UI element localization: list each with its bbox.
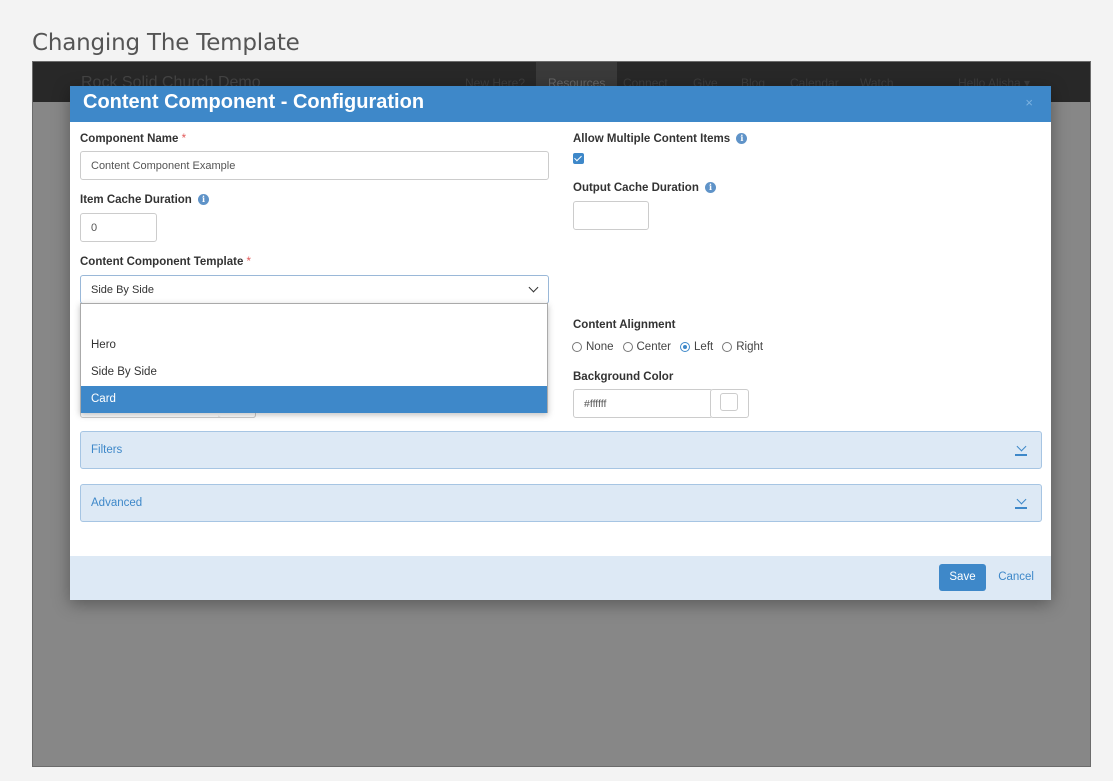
background-color-input[interactable]: #ffffff — [573, 389, 713, 418]
filters-panel-title: Filters — [91, 444, 123, 456]
required-marker: * — [181, 133, 187, 145]
component-name-input[interactable]: Content Component Example — [80, 151, 549, 180]
advanced-panel-title: Advanced — [91, 497, 143, 509]
chevron-down-icon — [528, 282, 539, 293]
chevron-down-icon — [1016, 494, 1027, 505]
background-color-label: Background Color — [573, 371, 674, 383]
radio-right-label[interactable]: Right — [736, 341, 763, 353]
dropdown-option-card[interactable]: Card — [81, 386, 547, 413]
template-select-value: Side By Side — [91, 283, 154, 296]
modal-header: Content Component - Configuration × — [70, 86, 1051, 122]
component-name-label: Component Name * — [80, 133, 187, 145]
dropdown-option-empty[interactable] — [81, 305, 547, 332]
template-label: Content Component Template * — [80, 256, 252, 268]
template-select[interactable]: Side By Side — [80, 275, 549, 304]
dropdown-option-hero[interactable]: Hero — [81, 332, 547, 359]
chevron-down-icon — [1016, 441, 1027, 452]
advanced-panel[interactable]: Advanced — [80, 484, 1042, 522]
item-cache-input[interactable]: 0 — [80, 213, 157, 242]
color-swatch[interactable] — [720, 393, 738, 411]
modal-title: Content Component - Configuration — [83, 91, 425, 113]
radio-left[interactable] — [680, 342, 691, 352]
underline-decoration — [1015, 454, 1027, 456]
content-alignment-radios: None Center Left Right — [572, 341, 772, 353]
radio-left-label[interactable]: Left — [694, 341, 713, 353]
underline-decoration — [1015, 507, 1027, 509]
output-cache-input[interactable] — [573, 201, 649, 230]
save-button[interactable]: Save — [939, 564, 986, 591]
info-icon[interactable]: i — [705, 182, 717, 193]
required-marker: * — [246, 256, 252, 268]
modal-footer: Save Cancel — [70, 556, 1051, 600]
cancel-button[interactable]: Cancel — [998, 571, 1034, 583]
info-icon[interactable]: i — [736, 133, 748, 144]
radio-center-label[interactable]: Center — [637, 341, 672, 353]
allow-multiple-checkbox[interactable] — [573, 153, 584, 164]
output-cache-label: Output Cache Duration i — [573, 182, 717, 194]
radio-none-label[interactable]: None — [586, 341, 614, 353]
item-cache-label: Item Cache Duration i — [80, 194, 210, 206]
filters-panel[interactable]: Filters — [80, 431, 1042, 469]
info-icon[interactable]: i — [198, 194, 210, 205]
template-dropdown-list[interactable]: Hero Side By Side Card — [80, 303, 548, 413]
close-icon[interactable]: × — [1025, 95, 1033, 110]
radio-none[interactable] — [572, 342, 582, 352]
configuration-modal: Content Component - Configuration × Comp… — [70, 86, 1051, 600]
page-heading: Changing The Template — [32, 30, 300, 56]
content-alignment-label: Content Alignment — [573, 319, 676, 331]
allow-multiple-label: Allow Multiple Content Items i — [573, 133, 748, 145]
radio-right[interactable] — [722, 342, 733, 352]
dropdown-option-side-by-side[interactable]: Side By Side — [81, 359, 547, 386]
radio-center[interactable] — [622, 342, 633, 352]
